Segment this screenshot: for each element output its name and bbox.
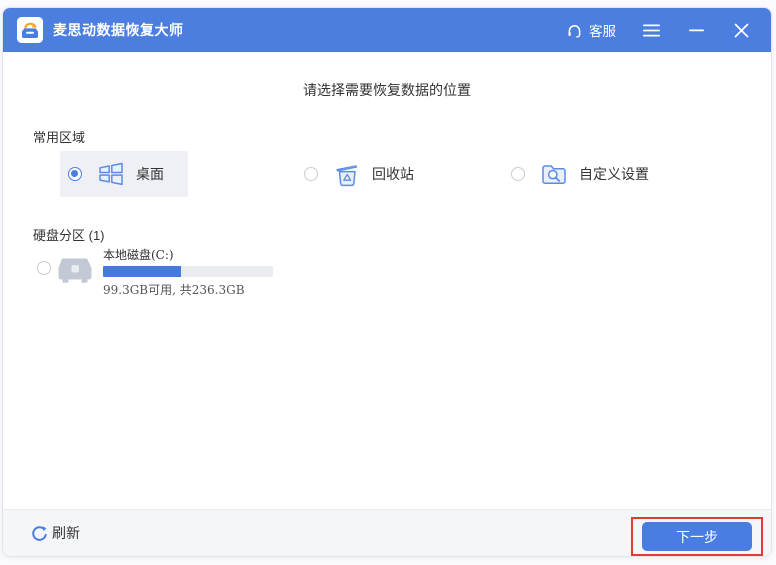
option-custom-settings[interactable]: 自定义设置	[503, 151, 649, 197]
hamburger-menu-icon	[642, 24, 660, 36]
hard-drive-icon	[58, 258, 92, 283]
app-logo-icon	[17, 17, 43, 43]
next-button[interactable]: 下一步	[642, 522, 752, 551]
refresh-label: 刷新	[52, 525, 80, 541]
option-recycle-bin[interactable]: 回收站	[296, 151, 414, 197]
app-title: 麦思动数据恢复大师	[53, 22, 184, 38]
common-options-row: 桌面 回收站 自定义设置	[3, 151, 771, 197]
disk-usage-bar	[103, 266, 273, 277]
windows-grid-icon	[99, 162, 123, 186]
custom-settings-label: 自定义设置	[579, 166, 649, 182]
recycle-bin-icon	[336, 165, 358, 187]
disk-usage-fill	[103, 266, 182, 277]
close-button[interactable]	[731, 20, 751, 40]
desktop-label: 桌面	[136, 166, 164, 182]
common-area-section-label: 常用区域	[33, 130, 86, 145]
custom-settings-radio[interactable]	[511, 167, 525, 181]
close-icon	[734, 23, 748, 37]
refresh-icon	[32, 525, 47, 541]
app-window: 麦思动数据恢复大师 客服 请选择需要恢复数据的位置 常用区域 桌面 回收站 自定…	[2, 7, 772, 557]
desktop-radio[interactable]	[68, 167, 82, 181]
support-button[interactable]: 客服	[566, 20, 616, 40]
partition-section-label: 硬盘分区 (1)	[33, 228, 105, 243]
minimize-icon	[688, 29, 704, 31]
title-bar: 麦思动数据恢复大师 客服	[3, 8, 771, 52]
menu-button[interactable]	[641, 20, 661, 40]
footer-bar: 刷新 下一步	[3, 509, 771, 556]
minimize-button[interactable]	[686, 20, 706, 40]
recycle-bin-radio[interactable]	[304, 167, 318, 181]
annotation-highlight-box: 下一步	[631, 517, 763, 556]
headset-icon	[568, 24, 581, 38]
recycle-bin-label: 回收站	[372, 166, 414, 182]
support-label: 客服	[589, 24, 616, 39]
disk-capacity: 99.3GB可用, 共236.3GB	[103, 283, 245, 297]
option-desktop[interactable]: 桌面	[60, 151, 188, 197]
disk-row-c-drive[interactable]: 本地磁盘(C:) 99.3GB可用, 共236.3GB	[37, 246, 273, 298]
disk-info: 本地磁盘(C:) 99.3GB可用, 共236.3GB	[103, 246, 273, 298]
disk-name: 本地磁盘(C:)	[103, 248, 174, 262]
page-title: 请选择需要恢复数据的位置	[303, 82, 471, 98]
disk-radio[interactable]	[37, 261, 51, 275]
folder-search-icon	[542, 165, 566, 184]
refresh-button[interactable]: 刷新	[31, 523, 80, 543]
main-content: 请选择需要恢复数据的位置 常用区域 桌面 回收站 自定义设置 硬盘分区 (1) …	[3, 52, 771, 511]
